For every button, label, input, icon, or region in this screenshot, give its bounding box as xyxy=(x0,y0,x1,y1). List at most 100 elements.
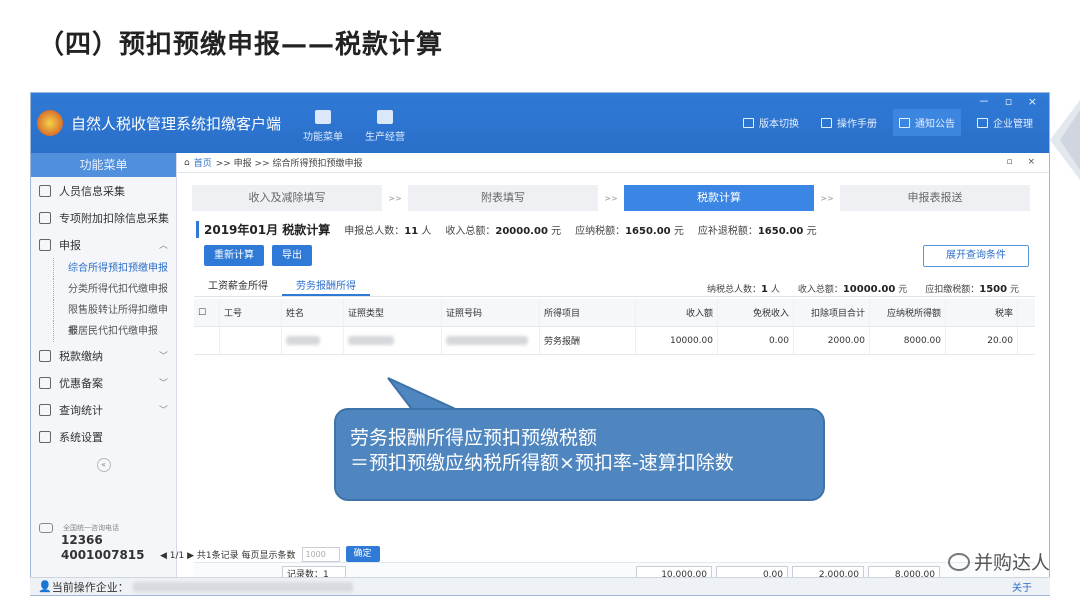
col-header: 工号 xyxy=(220,299,282,326)
step-tax-calc[interactable]: 税款计算 xyxy=(624,185,814,211)
app-header: 自然人税收管理系统扣缴客户端 功能菜单 生产经营 － ▫ × 版本切换 操作手册… xyxy=(31,93,1049,153)
person-icon xyxy=(39,184,51,197)
expand-query-button[interactable]: 展开查询条件 xyxy=(923,245,1029,267)
summary-refund: 应补退税额：1650.00 元 xyxy=(697,226,817,237)
sidebar-item-settings[interactable]: 系统设置 xyxy=(31,423,176,450)
grid-icon xyxy=(39,349,51,362)
home-icon: ⌂ xyxy=(184,157,190,168)
mail-icon xyxy=(899,117,910,128)
summary-tax: 应纳税额：1650.00 元 xyxy=(575,226,684,237)
sidebar-sub-classified[interactable]: 分类所得代扣代缴申报 xyxy=(53,279,176,300)
status-bar: 👤 当前操作企业： 关于 xyxy=(30,577,1050,595)
recalculate-button[interactable]: 重新计算 xyxy=(204,245,264,266)
chevron-down-icon: ﹀ xyxy=(158,214,168,224)
slide-title: （四）预扣预缴申报——税款计算 xyxy=(38,30,444,60)
notice-button[interactable]: 通知公告 xyxy=(893,109,961,136)
company-manage-button[interactable]: 企业管理 xyxy=(971,109,1039,136)
sidebar-item-preference[interactable]: 优惠备案 ﹀ xyxy=(31,369,176,396)
select-all-checkbox[interactable]: ☐ xyxy=(194,299,220,326)
sidebar-item-declare[interactable]: 申报 ︿ xyxy=(31,231,176,258)
current-company-label: 当前操作企业： xyxy=(51,580,129,594)
chevron-down-icon: ﹀ xyxy=(158,352,168,362)
building-icon xyxy=(977,117,988,128)
app-title: 自然人税收管理系统扣缴客户端 xyxy=(71,114,282,133)
version-switch-button[interactable]: 版本切换 xyxy=(737,109,805,136)
switch-icon xyxy=(743,117,754,128)
tab-summary-income: 收入总额：10000.00 元 xyxy=(797,284,908,295)
header-tools: 版本切换 操作手册 通知公告 企业管理 xyxy=(737,109,1039,136)
sidebar-sub-restricted-stock[interactable]: 限售股转让所得扣缴申报 xyxy=(53,300,176,337)
pager-confirm-button[interactable]: 确定 xyxy=(345,546,380,562)
sidebar-sub-nonresident[interactable]: 非居民代扣代缴申报 xyxy=(53,321,176,342)
table-row[interactable]: 劳务报酬 10000.00 0.00 2000.00 8000.00 20.00 xyxy=(194,327,1035,355)
app-window: 自然人税收管理系统扣缴客户端 功能菜单 生产经营 － ▫ × 版本切换 操作手册… xyxy=(30,92,1050,596)
hotline-caption: 全国统一咨询电话 xyxy=(63,524,119,532)
callout-line: ＝预扣预缴应纳税所得额×预扣率-速算扣除数 xyxy=(350,452,734,474)
step-separator: >> xyxy=(388,193,402,203)
tab-salary[interactable]: 工资薪金所得 xyxy=(194,277,282,296)
chevron-up-icon: ︿ xyxy=(158,241,168,251)
step-attachments[interactable]: 附表填写 xyxy=(408,185,598,211)
top-nav: 功能菜单 生产经营 xyxy=(303,109,405,143)
tax-emblem-icon xyxy=(37,110,63,136)
col-header: 免税收入 xyxy=(718,299,794,326)
row-checkbox[interactable] xyxy=(194,327,220,354)
formula-callout: 劳务报酬所得应预扣预缴税额 ＝预扣预缴应纳税所得额×预扣率-速算扣除数 xyxy=(334,408,825,501)
sidebar: 功能菜单 人员信息采集 专项附加扣除信息采集 ﹀ 申报 ︿ 综合所得预扣预缴申报 分… xyxy=(31,153,177,595)
tab-labor-remuneration[interactable]: 劳务报酬所得 xyxy=(282,277,370,296)
watermark: 并购达人 xyxy=(947,548,1050,575)
summary-title: 2019年01月 税款计算 xyxy=(196,221,330,238)
grid-icon xyxy=(39,430,51,443)
step-income[interactable]: 收入及减除填写 xyxy=(192,185,382,211)
sidebar-sub-comprehensive[interactable]: 综合所得预扣预缴申报 xyxy=(53,258,176,279)
cell-id-number-redacted xyxy=(442,327,540,354)
cell-income: 10000.00 xyxy=(636,327,718,354)
cell-taxable: 8000.00 xyxy=(870,327,946,354)
about-link[interactable]: 关于 xyxy=(1012,579,1032,594)
sidebar-item-special-deduction[interactable]: 专项附加扣除信息采集 ﹀ xyxy=(31,204,176,231)
pagination: ◀ 1/1 ▶ 共1条记录 每页显示条数 1000 确定 xyxy=(160,546,380,562)
tab-summary-people: 纳税总人数：1 人 xyxy=(706,284,780,295)
cell-tax-free: 0.00 xyxy=(718,327,794,354)
breadcrumb: ⌂ 首页 >> 申报 >> 综合所得预扣预缴申报 xyxy=(178,153,1049,173)
sidebar-item-personnel[interactable]: 人员信息采集 xyxy=(31,177,176,204)
cell-name-redacted xyxy=(282,327,344,354)
wallet-icon xyxy=(315,109,332,124)
step-separator: >> xyxy=(820,193,834,203)
grid-icon xyxy=(39,238,51,251)
main-content: ⌂ 首页 >> 申报 >> 综合所得预扣预缴申报 ▫ × 收入及减除填写 >> … xyxy=(178,153,1049,595)
user-icon: 👤 xyxy=(38,580,52,593)
col-header: 姓名 xyxy=(282,299,344,326)
top-nav-menu[interactable]: 功能菜单 xyxy=(303,109,343,143)
list-icon xyxy=(39,211,51,224)
window-controls[interactable]: － ▫ × xyxy=(978,93,1043,109)
cell-id-type-redacted xyxy=(344,327,442,354)
chevron-down-icon: ﹀ xyxy=(158,406,168,416)
col-header: 应纳税所得额 xyxy=(870,299,946,326)
sidebar-item-query[interactable]: 查询统计 ﹀ xyxy=(31,396,176,423)
top-nav-production[interactable]: 生产经营 xyxy=(365,109,405,143)
chevron-down-icon: ﹀ xyxy=(158,379,168,389)
phone-icon xyxy=(39,523,53,533)
tab-controls[interactable]: ▫ × xyxy=(1006,157,1041,167)
hotline: 全国统一咨询电话 12366 4001007815 xyxy=(39,523,145,563)
manual-button[interactable]: 操作手册 xyxy=(815,109,883,136)
col-header: 收入额 xyxy=(636,299,718,326)
pager-info[interactable]: ◀ 1/1 ▶ 共1条记录 每页显示条数 xyxy=(160,548,296,561)
cell-deductions: 2000.00 xyxy=(794,327,870,354)
coins-icon xyxy=(377,109,394,124)
grid-icon xyxy=(39,403,51,416)
tax-table: ☐ 工号 姓名 证照类型 证照号码 所得项目 收入额 免税收入 扣除项目合计 应… xyxy=(194,299,1035,355)
cell-income-item: 劳务报酬 xyxy=(540,327,636,354)
sidebar-collapse-button[interactable]: « xyxy=(96,458,111,472)
sidebar-header: 功能菜单 xyxy=(31,153,176,177)
step-submit[interactable]: 申报表报送 xyxy=(840,185,1030,211)
col-header: 所得项目 xyxy=(540,299,636,326)
export-button[interactable]: 导出 xyxy=(272,245,312,266)
callout-line: 劳务报酬所得应预扣预缴税额 xyxy=(350,427,598,449)
page-size-input[interactable]: 1000 xyxy=(301,546,340,562)
sidebar-item-tax-payment[interactable]: 税款缴纳 ﹀ xyxy=(31,342,176,369)
step-bar: 收入及减除填写 >> 附表填写 >> 税款计算 >> 申报表报送 xyxy=(192,185,1030,211)
breadcrumb-home[interactable]: 首页 xyxy=(194,156,212,169)
cell-id xyxy=(220,327,282,354)
